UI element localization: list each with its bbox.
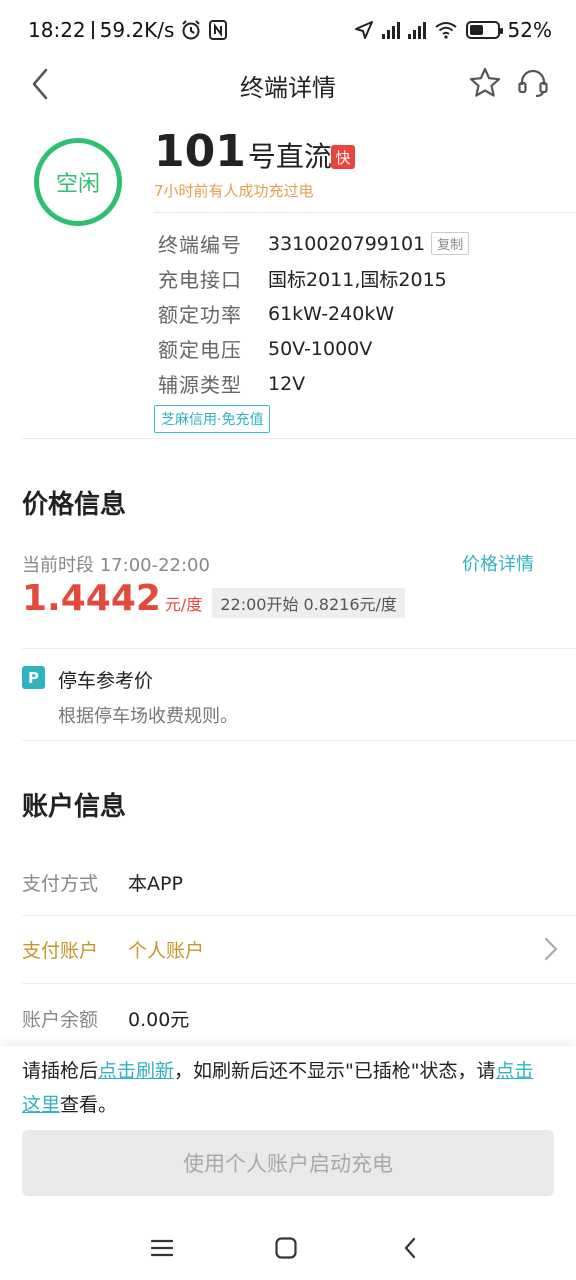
refresh-link[interactable]: 点击刷新 — [98, 1060, 174, 1082]
acc-label: 账户余额 — [22, 1008, 99, 1031]
start-charging-button[interactable]: 使用个人账户启动充电 — [22, 1130, 554, 1196]
fast-charge-badge: 快 — [331, 145, 355, 169]
price-unit: 元/度 — [164, 595, 203, 614]
battery-percent: 52% — [507, 18, 552, 42]
notice-text: 请插枪后 — [22, 1060, 99, 1082]
payment-account-row[interactable]: 支付账户 个人账户 — [22, 934, 576, 964]
acc-value: 个人账户 — [128, 939, 205, 962]
headset-icon — [518, 69, 548, 98]
star-icon — [469, 67, 501, 97]
system-nav-bar — [0, 1216, 576, 1280]
favorite-button[interactable] — [468, 66, 504, 102]
wifi-icon — [434, 22, 457, 39]
nav-bar: 终端详情 — [0, 60, 576, 108]
row-divider — [22, 983, 576, 984]
account-section-title: 账户信息 — [22, 792, 127, 822]
terminal-specs: 终端编号 3310020799101 复制 充电接口 国标2011,国标2015… — [158, 226, 470, 401]
terminal-subtitle: 7小时前有人成功充过电 — [154, 182, 314, 200]
system-back-button[interactable] — [392, 1230, 428, 1266]
divider — [154, 212, 576, 213]
price-section-title: 价格信息 — [22, 490, 127, 520]
status-left: 18:22 59.2K/s — [28, 18, 228, 42]
status-time: 18:22 — [28, 18, 86, 42]
spec-label: 额定功率 — [158, 303, 242, 327]
battery-fill — [469, 25, 484, 35]
plug-notice: 请插枪后点击刷新，如刷新后还不显示"已插枪"状态，请点击这里查看。 — [22, 1054, 552, 1122]
terminal-name-suffix: 号直流 — [247, 140, 332, 173]
section-divider — [22, 438, 576, 439]
terminal-number: 101 — [154, 126, 246, 177]
acc-label: 支付方式 — [22, 872, 99, 895]
hd-signal-icon-2 — [407, 21, 426, 39]
balance-row: 账户余额 0.00元 — [22, 1003, 576, 1033]
section-divider — [22, 648, 576, 649]
payment-method-row: 支付方式 本APP — [22, 867, 576, 897]
spec-value: 61kW-240kW — [268, 302, 395, 325]
spec-row-terminal-id: 终端编号 3310020799101 复制 — [158, 226, 470, 261]
parking-title: 停车参考价 — [58, 670, 154, 692]
spec-label: 充电接口 — [158, 268, 242, 292]
terminal-status: 空闲 — [55, 172, 100, 197]
menu-icon — [150, 1239, 174, 1257]
customer-service-button[interactable] — [516, 66, 552, 102]
acc-label: 支付账户 — [22, 939, 99, 962]
alarm-icon — [182, 20, 201, 40]
acc-value: 0.00元 — [128, 1008, 190, 1031]
current-period: 当前时段 17:00-22:00 — [22, 555, 210, 576]
spec-value: 国标2011,国标2015 — [268, 269, 447, 291]
system-back-icon — [404, 1237, 416, 1259]
notice-text: 查看。 — [60, 1094, 118, 1116]
nfc-icon — [209, 20, 228, 40]
next-period-price: 22:00开始 0.8216元/度 — [212, 588, 405, 618]
terminal-status-circle: 空闲 — [34, 138, 122, 226]
copy-button[interactable]: 复制 — [431, 232, 470, 255]
spec-label: 辅源类型 — [158, 373, 242, 397]
status-bar: 18:22 59.2K/s 52% — [0, 0, 576, 60]
credit-tag: 芝麻信用·免充值 — [154, 405, 271, 433]
home-button[interactable] — [268, 1230, 304, 1266]
spec-label: 终端编号 — [158, 233, 242, 257]
spec-value: 3310020799101 — [268, 232, 426, 255]
menu-button[interactable] — [144, 1230, 180, 1266]
net-speed: 59.2K/s — [99, 18, 175, 42]
location-icon — [354, 21, 373, 39]
spec-value: 12V — [268, 372, 306, 395]
spec-row-connector: 充电接口 国标2011,国标2015 — [158, 261, 469, 296]
spec-row-voltage: 额定电压 50V-1000V — [158, 331, 469, 366]
row-divider — [22, 915, 576, 916]
spec-value: 50V-1000V — [268, 337, 373, 360]
section-divider — [22, 740, 576, 741]
current-price: 1.4442 — [22, 578, 161, 619]
acc-value: 本APP — [128, 872, 183, 895]
parking-desc: 根据停车场收费规则。 — [58, 706, 238, 727]
price-detail-link[interactable]: 价格详情 — [462, 550, 534, 576]
home-square-icon — [275, 1237, 297, 1259]
spec-label: 额定电压 — [158, 338, 242, 362]
status-separator — [91, 21, 94, 39]
battery-icon — [465, 21, 503, 39]
spec-row-aux-power: 辅源类型 12V — [158, 366, 469, 401]
hd-signal-icon — [381, 21, 400, 39]
spec-row-power: 额定功率 61kW-240kW — [158, 296, 469, 331]
price-row: 1.4442 元/度 22:00开始 0.8216元/度 — [22, 578, 405, 619]
terminal-name: 101 号直流 — [154, 126, 332, 177]
chevron-right-icon[interactable] — [540, 936, 562, 962]
parking-icon: P — [22, 666, 45, 689]
status-right: 52% — [354, 18, 552, 42]
notice-text: ，如刷新后还不显示"已插枪"状态，请 — [174, 1060, 496, 1082]
